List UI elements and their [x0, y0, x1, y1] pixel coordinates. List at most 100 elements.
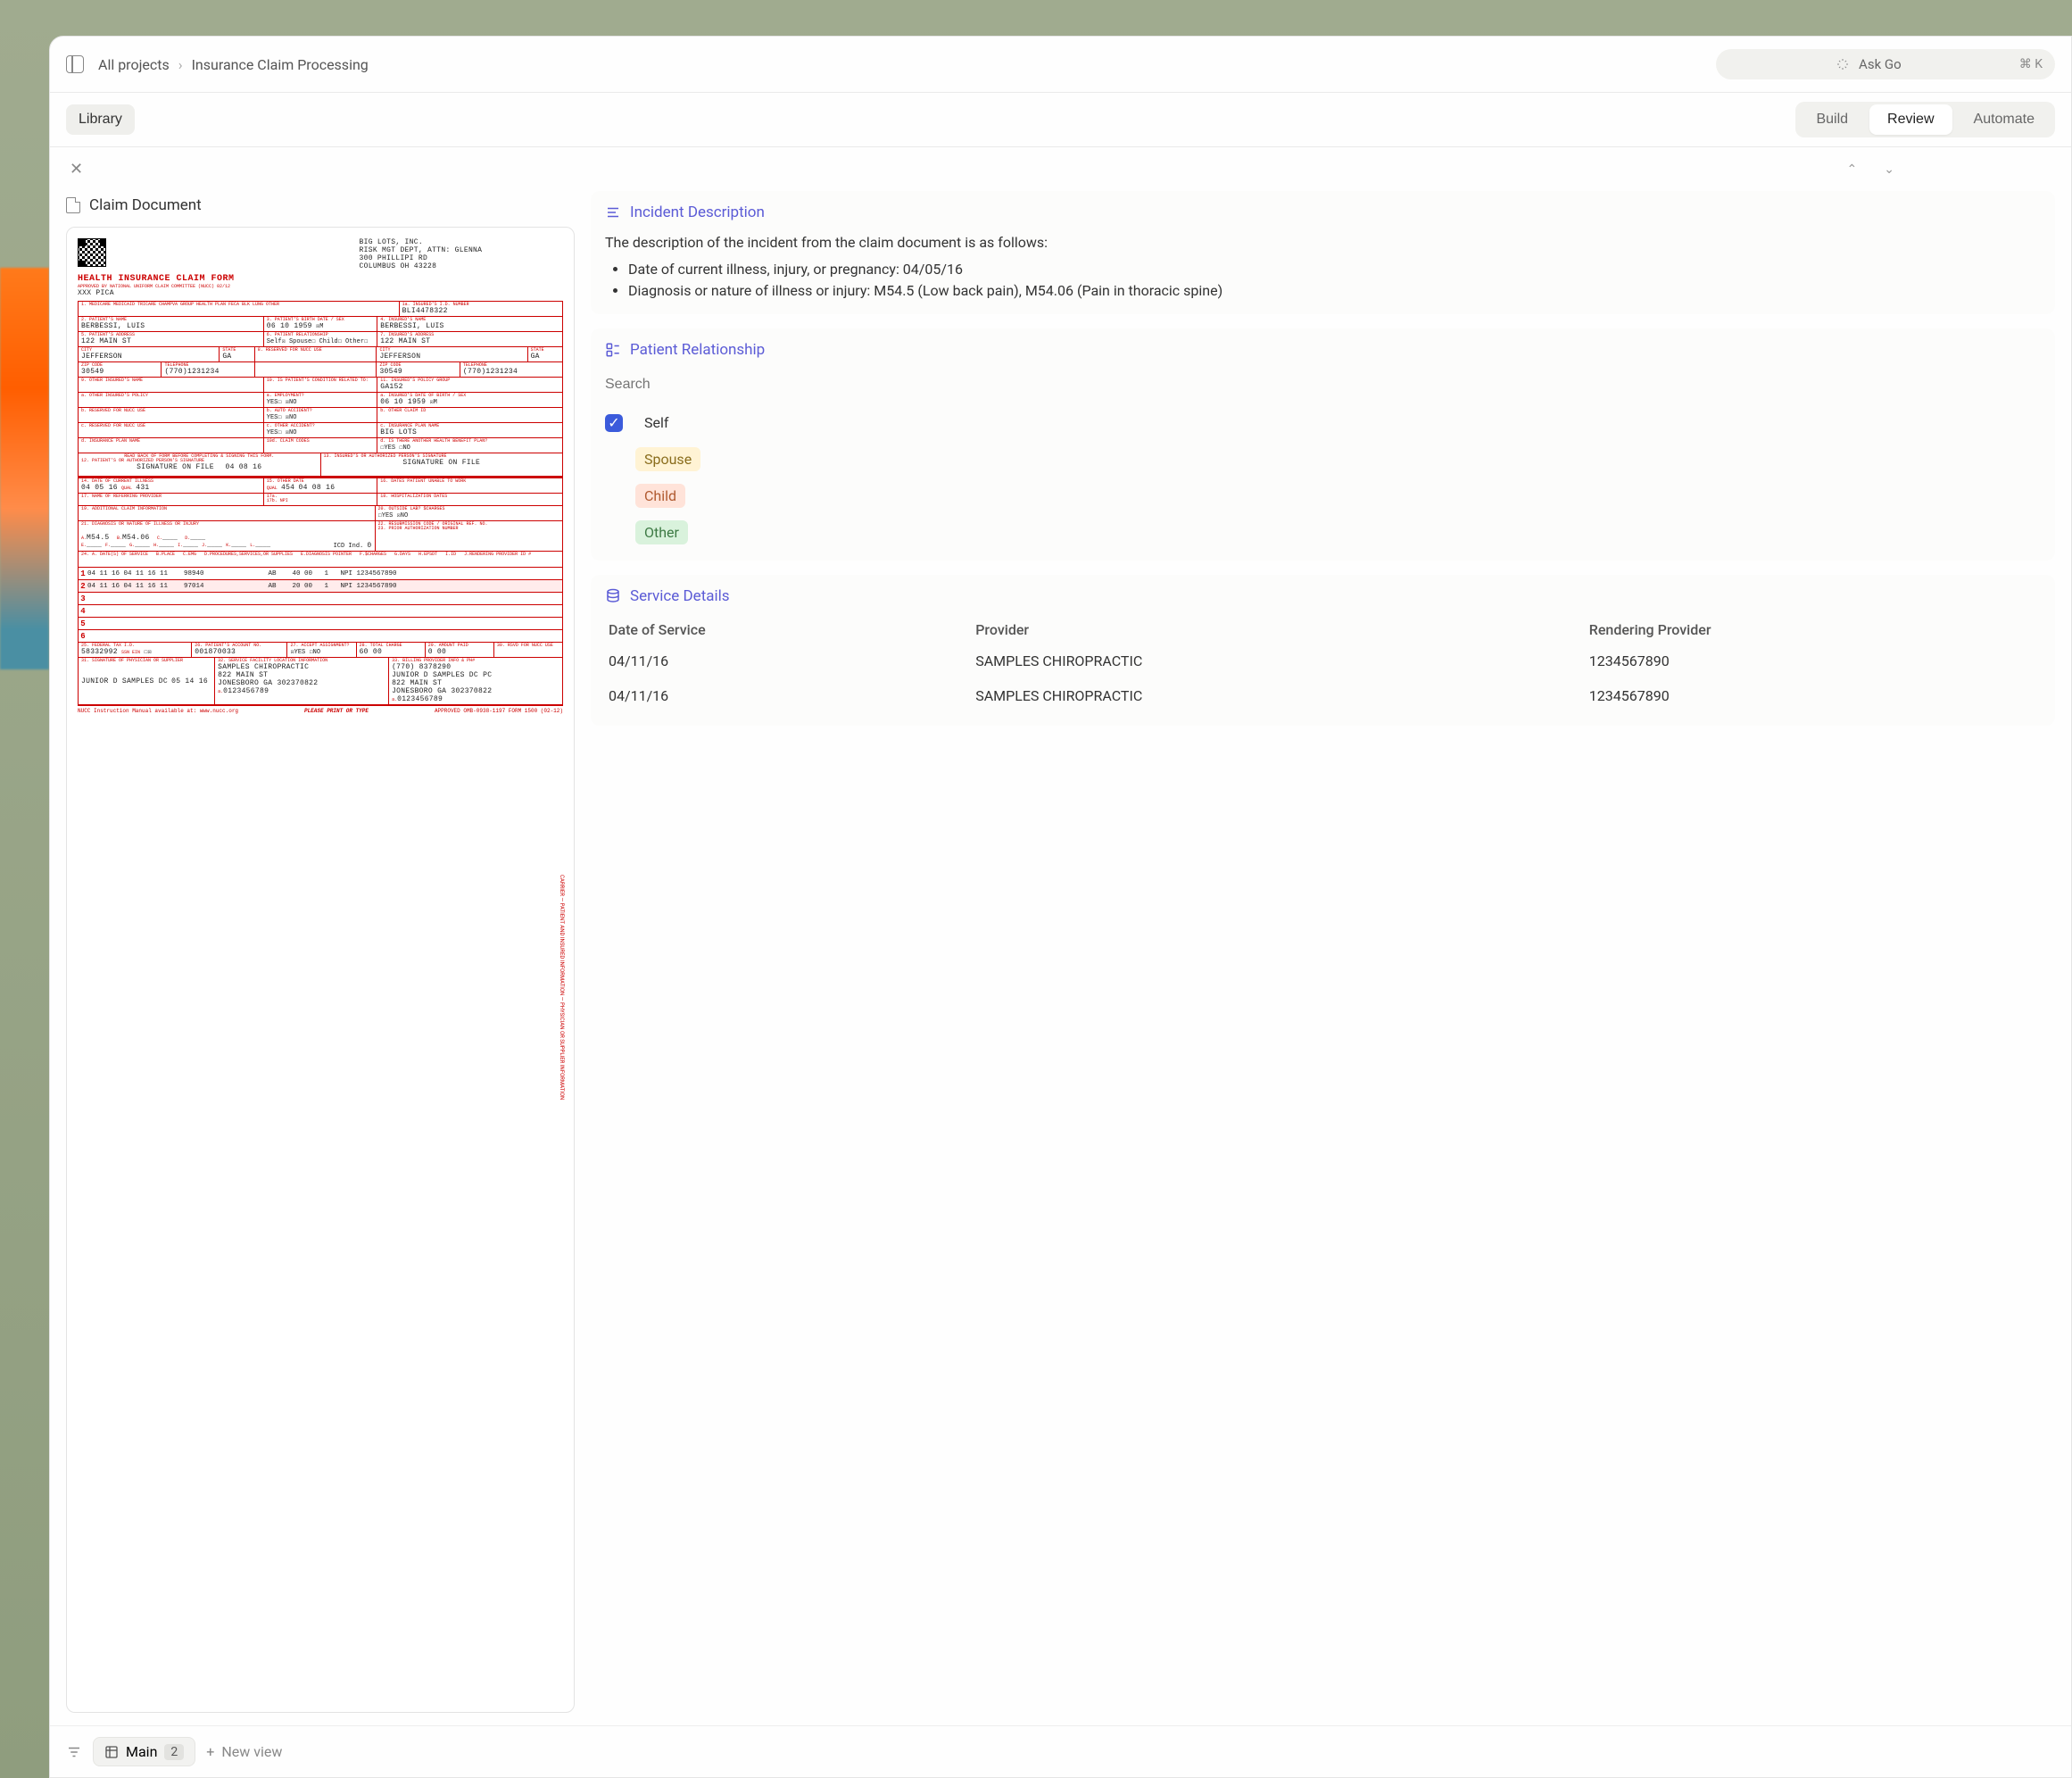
tax-id: 58332992: [81, 648, 118, 656]
tabbar: Library Build Review Automate: [50, 93, 2071, 147]
breadcrumb-current[interactable]: Insurance Claim Processing: [192, 56, 369, 73]
relationship-card: Patient Relationship ✓ Self Spouse Child: [591, 328, 2055, 561]
table-row[interactable]: 04/11/16SAMPLES CHIROPRACTIC1234567890: [605, 644, 2041, 678]
carrier-street: 300 PHILLIPI RD: [360, 254, 483, 262]
facility-name: SAMPLES CHIROPRACTIC: [218, 663, 309, 671]
service-line: 204 11 16 04 11 16 11 97014 AB 20 00 1 N…: [79, 580, 562, 593]
tab-automate[interactable]: Automate: [1956, 104, 2052, 135]
close-icon[interactable]: ✕: [66, 156, 87, 182]
th-date: Date of Service: [605, 616, 972, 644]
pica-label: XXX PICA: [78, 289, 235, 297]
incident-card: Incident Description The description of …: [591, 191, 2055, 314]
group-number: GA152: [380, 383, 403, 391]
nav-arrows: ⌃ ⌄: [1847, 162, 1894, 177]
sig-insured: SIGNATURE ON FILE: [402, 459, 480, 467]
billing-npi: 0123456789: [397, 695, 443, 703]
library-button[interactable]: Library: [66, 104, 135, 135]
left-panel: Claim Document HEALTH INSURANCE CLAIM FO…: [66, 191, 575, 1713]
ask-go-bar[interactable]: Ask Go ⌘ K: [1716, 49, 2055, 79]
form-footer-mid: PLEASE PRINT OR TYPE: [304, 708, 369, 714]
service-details-title: Service Details: [630, 587, 730, 605]
carrier-name: BIG LOTS, INC.: [360, 238, 483, 246]
left-panel-header: Claim Document: [66, 191, 575, 227]
facility-city: JONESBORO GA 302370822: [218, 679, 318, 687]
view-main-button[interactable]: Main 2: [93, 1737, 195, 1766]
insured-zip: 30549: [379, 368, 402, 376]
qual-other: 454: [281, 484, 294, 492]
th-rendering: Rendering Provider: [1586, 616, 2041, 644]
chevron-down-icon[interactable]: ⌄: [1884, 162, 1894, 177]
facility-addr: 822 MAIN ST: [218, 671, 268, 679]
table-row[interactable]: 04/11/16SAMPLES CHIROPRACTIC1234567890: [605, 678, 2041, 713]
grid-icon: [104, 1745, 119, 1759]
plan-name: BIG LOTS: [380, 428, 417, 436]
billing-name: JUNIOR D SAMPLES DC PC: [392, 671, 492, 679]
breadcrumb: All projects › Insurance Claim Processin…: [98, 56, 1702, 73]
tab-build[interactable]: Build: [1798, 104, 1866, 135]
relationship-label: Self: [635, 411, 677, 435]
new-view-button[interactable]: + New view: [206, 1743, 282, 1760]
service-line: 5: [79, 618, 562, 630]
view-main-count: 2: [164, 1744, 184, 1760]
form-title: HEALTH INSURANCE CLAIM FORM: [78, 274, 235, 284]
billing-city: JONESBORO GA 302370822: [392, 687, 492, 695]
checkbox-checked-icon[interactable]: ✓: [605, 414, 623, 432]
content: Claim Document HEALTH INSURANCE CLAIM FO…: [50, 191, 2071, 1725]
service-line: 3: [79, 593, 562, 605]
service-lines: 104 11 16 04 11 16 11 98940 AB 40 00 1 N…: [79, 568, 562, 643]
chevron-right-icon: ›: [178, 56, 183, 73]
billing-addr: 822 MAIN ST: [392, 679, 442, 687]
diag-a: M54.5: [87, 534, 110, 542]
relationship-option-child[interactable]: Child: [605, 480, 2041, 511]
insured-state: GA: [531, 353, 540, 361]
document-icon: [66, 197, 80, 213]
patient-addr: 122 MAIN ST: [81, 337, 131, 345]
chevron-up-icon[interactable]: ⌃: [1847, 162, 1858, 177]
claim-form-preview[interactable]: HEALTH INSURANCE CLAIM FORM APPROVED BY …: [66, 227, 575, 1713]
relationship-label: Spouse: [635, 447, 700, 471]
patient-name: BERBESSI, LUIS: [81, 322, 145, 330]
service-line: 6: [79, 630, 562, 643]
acct-no: 001870033: [195, 648, 236, 656]
relationship-label: Other: [635, 520, 688, 544]
form-footer-left: NUCC Instruction Manual available at: ww…: [78, 708, 238, 714]
app-window: All projects › Insurance Claim Processin…: [49, 36, 2072, 1778]
sidebar-toggle-icon[interactable]: [66, 55, 84, 73]
tab-review[interactable]: Review: [1869, 104, 1952, 135]
sig-patient: SIGNATURE ON FILE: [137, 463, 214, 471]
checkbox-empty[interactable]: [605, 487, 623, 505]
checkbox-empty[interactable]: [605, 524, 623, 542]
insured-phone: (770)1231234: [463, 368, 518, 376]
relationship-title: Patient Relationship: [630, 341, 765, 359]
incident-bullet: Date of current illness, injury, or preg…: [628, 259, 2041, 280]
bill-phone: (770) 8378290: [392, 663, 451, 671]
filter-icon[interactable]: [66, 1744, 82, 1760]
checkbox-empty[interactable]: [605, 451, 623, 469]
view-main-label: Main: [126, 1743, 157, 1760]
patient-dob: 06 10 1959: [267, 322, 312, 330]
qr-icon: [78, 238, 106, 267]
database-icon: [605, 588, 621, 604]
plus-icon: +: [206, 1743, 214, 1760]
patient-zip: 30549: [81, 368, 104, 376]
sparkle-icon: [1836, 57, 1850, 71]
carrier-citystate: COLUMBUS OH 43228: [360, 262, 483, 270]
qual: 431: [136, 484, 149, 492]
relationship-option-spouse[interactable]: Spouse: [605, 444, 2041, 475]
relationship-search-input[interactable]: [605, 370, 2041, 400]
shortcut-label: ⌘ K: [2019, 57, 2043, 71]
relationship-option-other[interactable]: Other: [605, 517, 2041, 548]
tab-group: Build Review Automate: [1795, 102, 2055, 137]
diag-b: M54.06: [122, 534, 150, 542]
incident-bullet: Diagnosis or nature of illness or injury…: [628, 280, 2041, 302]
bottombar: Main 2 + New view: [50, 1725, 2071, 1777]
new-view-label: New view: [221, 1743, 282, 1760]
service-details-card: Service Details Date of Service Provider…: [591, 575, 2055, 726]
total-charge: 60 00: [360, 648, 383, 656]
amount-paid: 0 00: [428, 648, 446, 656]
illness-date: 04 05 16: [81, 484, 118, 492]
relationship-option-self[interactable]: ✓ Self: [605, 407, 2041, 438]
breadcrumb-root[interactable]: All projects: [98, 56, 170, 73]
service-line: 4: [79, 605, 562, 618]
topbar: All projects › Insurance Claim Processin…: [50, 37, 2071, 93]
